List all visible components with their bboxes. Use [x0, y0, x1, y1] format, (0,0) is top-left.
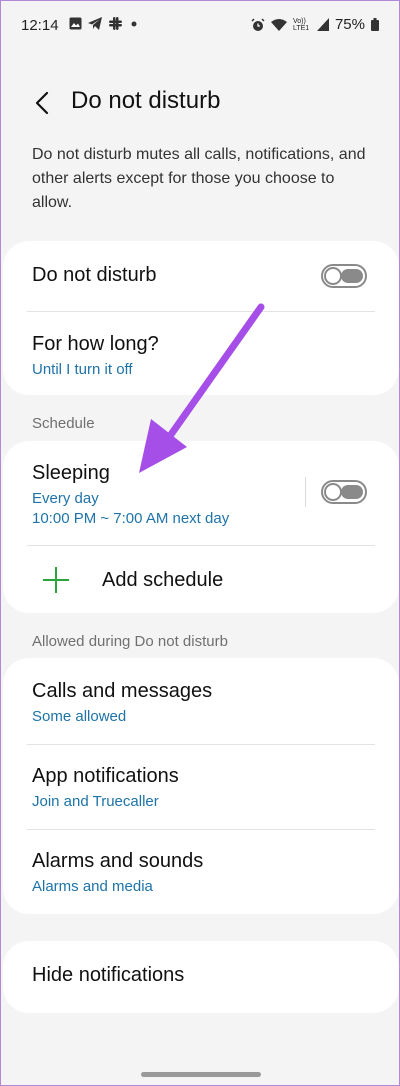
app-notifications-row[interactable]: App notifications Join and Truecaller: [3, 745, 399, 829]
slack-icon: [109, 17, 122, 30]
dnd-toggle-row[interactable]: Do not disturb: [3, 241, 399, 311]
status-time: 12:14: [21, 17, 59, 34]
switch-knob: [324, 483, 342, 501]
battery-icon: [371, 18, 379, 31]
schedule-title: Sleeping: [32, 462, 110, 484]
status-right: Vo)) LTE1 75%: [251, 16, 379, 33]
duration-value: Until I turn it off: [32, 361, 133, 378]
alarms-sounds-sub: Alarms and media: [32, 878, 153, 895]
app-bar: Do not disturb: [1, 81, 400, 125]
schedule-days: Every day: [32, 490, 99, 507]
schedule-time: 10:00 PM ~ 7:00 AM next day: [32, 510, 230, 527]
calls-messages-row[interactable]: Calls and messages Some allowed: [3, 658, 399, 744]
hide-notifications-label: Hide notifications: [32, 964, 185, 986]
sleeping-switch[interactable]: [321, 480, 367, 504]
dnd-card: Do not disturb For how long? Until I tur…: [3, 241, 399, 395]
hide-notifications-card: Hide notifications: [3, 941, 399, 1013]
hide-notifications-row[interactable]: Hide notifications: [3, 941, 399, 1013]
back-arrow-icon[interactable]: [29, 87, 57, 119]
allowed-section-label: Allowed during Do not disturb: [32, 633, 228, 650]
schedule-item-sleeping[interactable]: Sleeping Every day 10:00 PM ~ 7:00 AM ne…: [3, 441, 399, 545]
calls-messages-sub: Some allowed: [32, 708, 127, 725]
app-notifications-sub: Join and Truecaller: [32, 793, 159, 810]
battery-text: 75%: [334, 16, 365, 33]
duration-label: For how long?: [32, 333, 159, 355]
dnd-switch[interactable]: [321, 264, 367, 288]
page-description: Do not disturb mutes all calls, notifica…: [32, 146, 366, 211]
telegram-icon: [88, 17, 102, 30]
page-title: Do not disturb: [71, 87, 221, 114]
dot-icon: [131, 21, 137, 27]
alarms-sounds-row[interactable]: Alarms and sounds Alarms and media: [3, 830, 399, 914]
app-notifications-title: App notifications: [32, 765, 179, 787]
vertical-separator: [305, 477, 306, 507]
add-schedule-row[interactable]: Add schedule: [3, 546, 399, 613]
status-left-icons: [69, 17, 140, 30]
switch-track: [341, 485, 363, 499]
dnd-label: Do not disturb: [32, 264, 157, 286]
for-how-long-row[interactable]: For how long? Until I turn it off: [3, 312, 399, 395]
alarm-icon: [251, 17, 265, 31]
volte-label: Vo)) LTE1: [292, 17, 310, 32]
gesture-nav-bar[interactable]: [141, 1072, 261, 1077]
signal-icon: [316, 18, 329, 31]
add-schedule-label: Add schedule: [102, 569, 224, 591]
switch-track: [341, 269, 363, 283]
allowed-card: Calls and messages Some allowed App noti…: [3, 658, 399, 914]
switch-knob: [324, 267, 342, 285]
wifi-icon: [270, 19, 287, 31]
schedule-section-label: Schedule: [32, 415, 95, 432]
status-bar: 12:14 Vo)) LTE1 75%: [1, 1, 400, 53]
alarms-sounds-title: Alarms and sounds: [32, 850, 204, 872]
gallery-icon: [69, 17, 82, 30]
calls-messages-title: Calls and messages: [32, 680, 213, 702]
plus-icon: [43, 567, 69, 593]
schedule-card: Sleeping Every day 10:00 PM ~ 7:00 AM ne…: [3, 441, 399, 613]
